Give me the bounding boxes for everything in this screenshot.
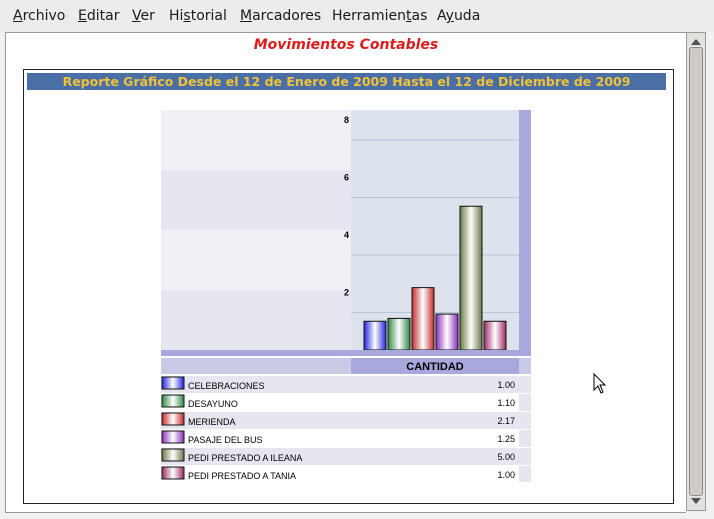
menu-bar: Archivo Editar Ver Historial Marcadores Herra… (0, 0, 714, 32)
data-value-label: 1.00 (497, 470, 515, 480)
menu-herramientas[interactable]: Herramientas (332, 8, 427, 24)
table-value-cell (351, 430, 519, 447)
menu-historial[interactable]: Historial (169, 8, 227, 24)
table-row-edge (519, 466, 531, 483)
page-viewport: Movimientos Contables Reporte Gráfico De… (5, 32, 686, 513)
legend-label: PEDI PRESTADO A ILEANA (188, 453, 302, 463)
bar-chart: 2 4 6 8 CANTIDAD CELEBRACIONES 1.00 DESAYUNO 1.1… (161, 110, 531, 483)
table-row-edge (519, 412, 531, 429)
menu-archivo[interactable]: Archivo (13, 8, 65, 24)
bar (363, 320, 387, 351)
data-value-label: 5.00 (497, 452, 515, 462)
bar (483, 320, 507, 351)
y-tick-label: 6 (344, 173, 349, 183)
table-value-cell (351, 394, 519, 411)
table-row-edge (519, 376, 531, 393)
y-tick-label: 2 (344, 288, 349, 298)
legend-swatch (161, 376, 185, 390)
table-value-cell (351, 448, 519, 465)
legend-label: DESAYUNO (188, 399, 238, 409)
chart-base-strip (161, 350, 531, 356)
menu-marcadores[interactable]: Marcadores (240, 8, 321, 24)
legend-label: CELEBRACIONES (188, 381, 265, 391)
data-value-label: 1.25 (497, 434, 515, 444)
table-row-edge (519, 448, 531, 465)
table-value-cell (351, 412, 519, 429)
chart-panel: 2 4 6 8 CANTIDAD CELEBRACIONES 1.00 DESAYUNO 1.1… (161, 110, 531, 483)
chart-band (161, 110, 351, 170)
table-header-label: CANTIDAD (406, 361, 463, 373)
table-row-edge (519, 430, 531, 447)
table-header-edge (519, 358, 531, 374)
plot-right-edge (519, 110, 531, 350)
scrollbar-thumb[interactable] (689, 47, 703, 496)
menu-ver[interactable]: Ver (132, 8, 155, 24)
report-container: Reporte Gráfico Desde el 12 de Enero de … (23, 69, 674, 504)
legend-swatch (161, 412, 185, 426)
table-value-cell (351, 376, 519, 393)
menu-ayuda[interactable]: Ayuda (437, 8, 480, 24)
bar (435, 313, 459, 351)
plot-area (351, 110, 519, 350)
table-row-edge (519, 394, 531, 411)
page-title: Movimientos Contables (253, 37, 439, 53)
chart-band (161, 170, 351, 230)
legend-swatch (161, 394, 185, 408)
chart-band (161, 230, 351, 290)
bar (411, 287, 435, 351)
legend-label: MERIENDA (188, 417, 236, 427)
table-value-cell (351, 466, 519, 483)
legend-swatch (161, 448, 185, 462)
report-banner: Reporte Gráfico Desde el 12 de Enero de … (27, 73, 666, 90)
mouse-cursor-icon (593, 373, 607, 394)
legend-swatch (161, 430, 185, 444)
bar (387, 317, 411, 351)
legend-label: PEDI PRESTADO A TANIA (188, 471, 296, 481)
legend-label: PASAJE DEL BUS (188, 435, 263, 445)
data-value-label: 2.17 (497, 416, 515, 426)
bar (459, 205, 483, 351)
scroll-up-arrow-icon[interactable] (691, 39, 701, 45)
data-value-label: 1.10 (497, 398, 515, 408)
y-tick-label: 8 (344, 115, 349, 125)
vertical-scrollbar[interactable] (686, 32, 706, 511)
table-header-empty (161, 358, 351, 374)
chart-band (161, 290, 351, 350)
y-tick-label: 4 (344, 230, 349, 240)
scroll-down-arrow-icon[interactable] (691, 498, 701, 504)
data-value-label: 1.00 (497, 380, 515, 390)
menu-editar[interactable]: Editar (78, 8, 119, 24)
legend-swatch (161, 466, 185, 480)
